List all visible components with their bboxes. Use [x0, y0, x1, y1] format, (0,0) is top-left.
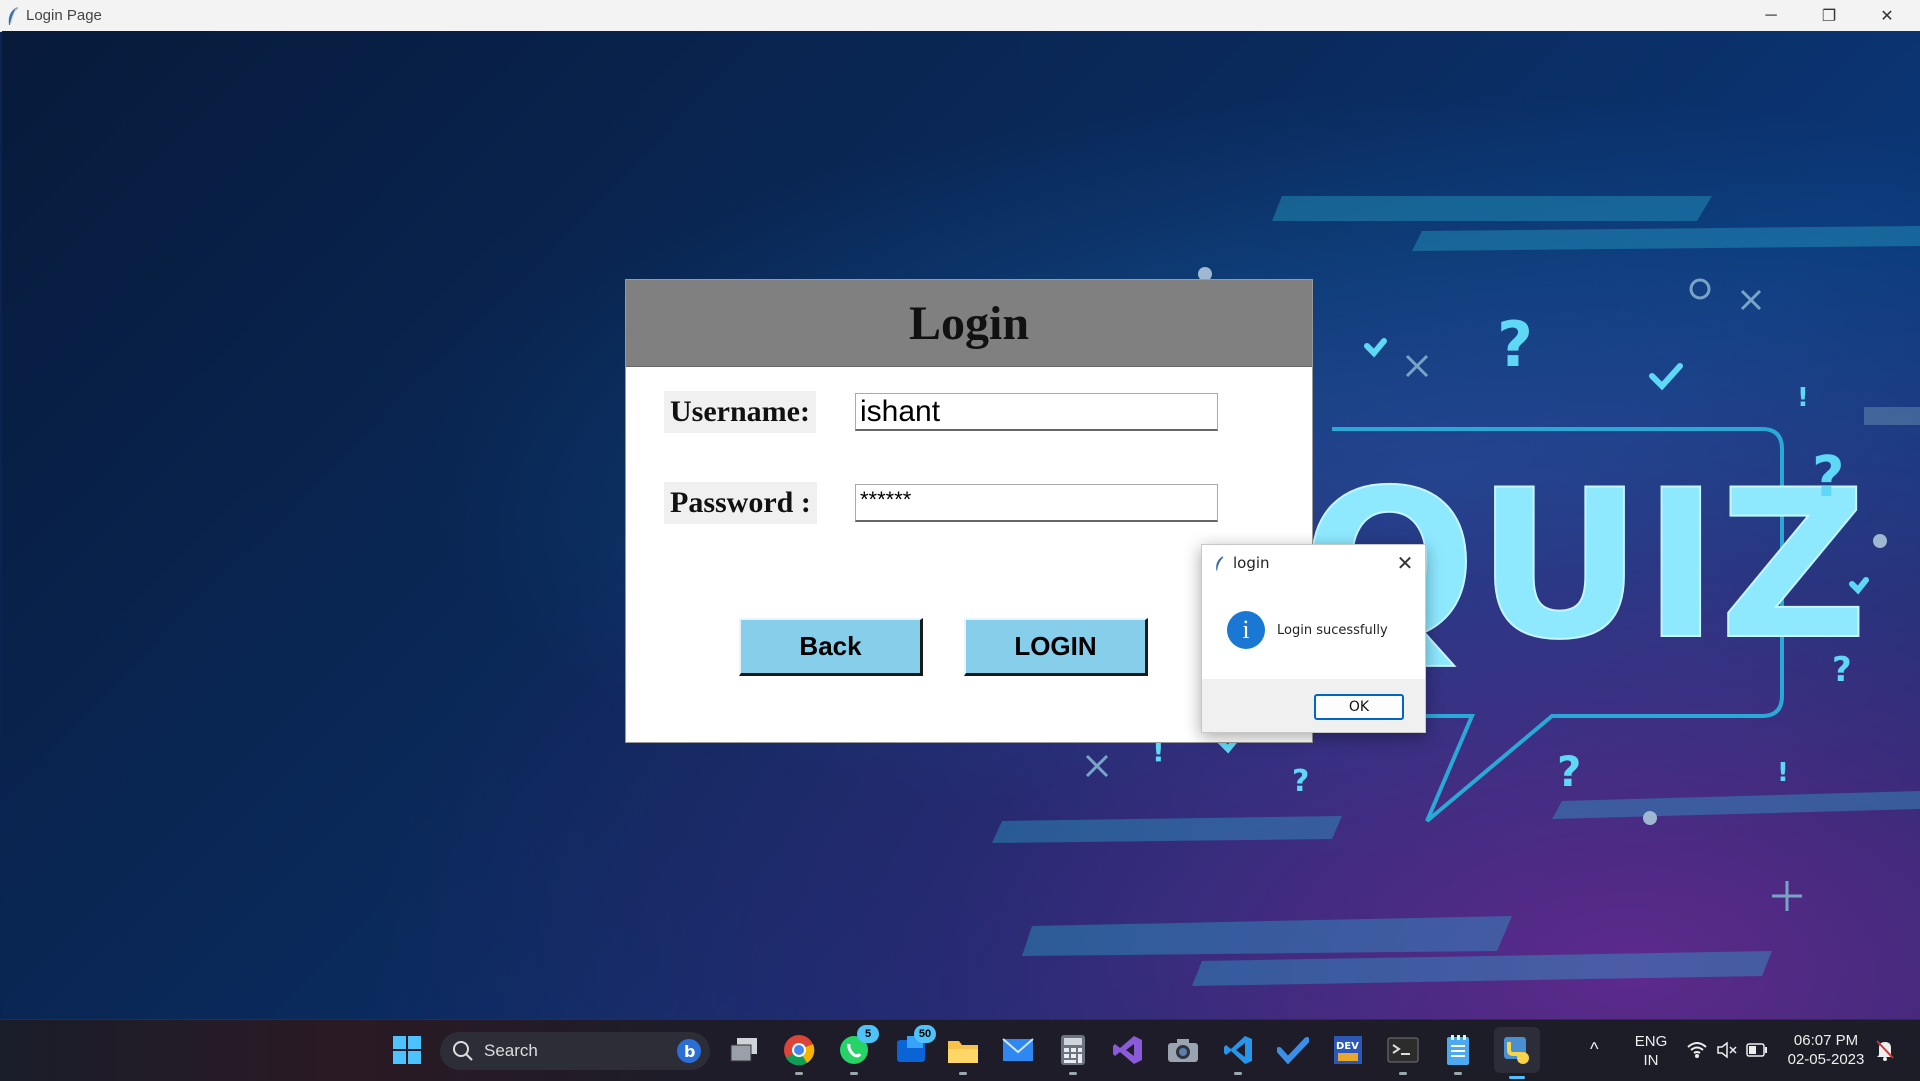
- messagebox-title: login: [1233, 554, 1270, 572]
- running-indicator: [1454, 1072, 1462, 1075]
- messagebox-message: Login sucessfully: [1277, 622, 1388, 638]
- svg-text:?: ?: [1832, 650, 1852, 690]
- messagebox-close-button[interactable]: ✕: [1393, 551, 1417, 575]
- search-icon: [453, 1041, 473, 1061]
- windows-start-icon[interactable]: [388, 1031, 426, 1069]
- clock-time: 06:07 PM: [1793, 1032, 1859, 1049]
- svg-text:?: ?: [1557, 747, 1581, 796]
- password-label: Password :: [664, 482, 817, 524]
- active-indicator: [1509, 1076, 1525, 1079]
- outlook-badge: 50: [914, 1025, 936, 1043]
- chrome-icon[interactable]: [780, 1031, 818, 1075]
- bing-icon[interactable]: b: [676, 1038, 702, 1064]
- python-icon[interactable]: [1494, 1027, 1540, 1079]
- svg-text:!: !: [1797, 383, 1809, 413]
- running-indicator: [959, 1072, 967, 1075]
- tk-feather-icon: [1216, 555, 1224, 571]
- running-indicator: [795, 1072, 803, 1075]
- running-indicator: [850, 1072, 858, 1075]
- ok-button[interactable]: OK: [1314, 694, 1404, 720]
- language-indicator[interactable]: ENG IN: [1626, 1032, 1676, 1070]
- login-heading: Login: [626, 280, 1312, 367]
- svg-text:!: !: [1777, 758, 1789, 788]
- password-input[interactable]: ******: [855, 484, 1218, 522]
- clock[interactable]: 06:07 PM 02-05-2023: [1774, 1031, 1878, 1069]
- region-code: IN: [1643, 1052, 1659, 1069]
- visual-studio-icon[interactable]: [1109, 1031, 1147, 1069]
- todo-icon[interactable]: [1274, 1031, 1312, 1069]
- back-button[interactable]: Back: [739, 618, 923, 676]
- taskbar-search-box[interactable]: Search b: [440, 1032, 710, 1070]
- svg-text:?: ?: [1497, 308, 1533, 381]
- info-icon: i: [1227, 611, 1265, 649]
- minimize-button[interactable]: ─: [1742, 0, 1800, 31]
- username-label: Username:: [664, 391, 816, 433]
- volume-muted-icon[interactable]: [1716, 1041, 1738, 1059]
- vscode-icon[interactable]: [1219, 1031, 1257, 1075]
- running-indicator: [1069, 1072, 1077, 1075]
- camera-icon[interactable]: [1164, 1031, 1202, 1069]
- svg-text:?: ?: [1812, 445, 1844, 510]
- window-title: Login Page: [26, 7, 102, 24]
- tray-overflow-chevron[interactable]: ^: [1590, 1040, 1598, 1059]
- language-code: ENG: [1634, 1033, 1668, 1050]
- running-indicator: [1399, 1072, 1407, 1075]
- wifi-icon[interactable]: [1686, 1041, 1708, 1059]
- taskbar: Search b 5 50 DEV ^ ENG IN 06:07 PM 02-0…: [0, 1019, 1920, 1081]
- calculator-icon[interactable]: [1054, 1031, 1092, 1075]
- notification-bell-icon[interactable]: [1874, 1039, 1896, 1061]
- svg-text:DEV: DEV: [1336, 1041, 1359, 1052]
- login-messagebox: login ✕ i Login sucessfully OK: [1201, 544, 1426, 733]
- login-button[interactable]: LOGIN: [964, 618, 1148, 676]
- messagebox-body: i Login sucessfully: [1202, 581, 1425, 679]
- username-input[interactable]: [855, 393, 1218, 431]
- battery-icon[interactable]: [1746, 1043, 1768, 1057]
- svg-text:?: ?: [1292, 764, 1309, 799]
- terminal-icon[interactable]: [1384, 1031, 1422, 1075]
- clock-date: 02-05-2023: [1787, 1051, 1865, 1068]
- messagebox-footer: OK: [1202, 679, 1425, 732]
- dev-home-icon[interactable]: DEV: [1329, 1031, 1367, 1069]
- mail-icon[interactable]: [999, 1031, 1037, 1069]
- notepad-icon[interactable]: [1439, 1031, 1477, 1075]
- whatsapp-icon[interactable]: 5: [835, 1025, 879, 1075]
- whatsapp-badge: 5: [857, 1025, 879, 1043]
- svg-text:b: b: [684, 1042, 695, 1061]
- tk-feather-icon: [8, 6, 18, 25]
- running-indicator: [1234, 1072, 1242, 1075]
- close-button[interactable]: ✕: [1858, 0, 1916, 31]
- restore-button[interactable]: ❐: [1800, 0, 1858, 31]
- search-label: Search: [484, 1041, 538, 1060]
- window-titlebar: Login Page ─ ❐ ✕: [0, 0, 1920, 32]
- outlook-icon[interactable]: 50: [892, 1025, 936, 1069]
- messagebox-titlebar: login: [1202, 545, 1425, 581]
- file-explorer-icon[interactable]: [944, 1031, 982, 1075]
- task-view-icon[interactable]: [725, 1031, 763, 1069]
